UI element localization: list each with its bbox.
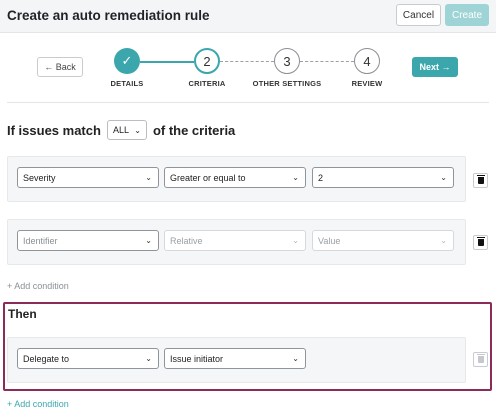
condition-value-placeholder: Value: [318, 235, 341, 246]
step-label-other-settings: OTHER SETTINGS: [252, 79, 322, 88]
step-label-review: REVIEW: [351, 79, 383, 88]
action-select[interactable]: Delegate to ⌄: [17, 348, 159, 369]
page-header: Create an auto remediation rule Cancel C…: [0, 0, 496, 33]
trash-icon: [476, 237, 485, 246]
condition-field-value: Severity: [23, 172, 56, 183]
step-label-criteria: CRITERIA: [188, 79, 226, 88]
match-select[interactable]: ALL ⌄: [106, 120, 147, 140]
delete-condition-button[interactable]: [473, 173, 488, 188]
back-button[interactable]: ← Back: [37, 57, 83, 77]
step-label-details: DETAILS: [110, 79, 144, 88]
match-select-value: ALL: [112, 125, 129, 135]
step-details-check-icon[interactable]: ✓: [114, 48, 140, 74]
condition-operator-select[interactable]: Relative ⌄: [164, 230, 306, 251]
cancel-button[interactable]: Cancel: [396, 4, 441, 26]
condition-field-select[interactable]: Identifier ⌄: [17, 230, 159, 251]
action-panel: Delegate to ⌄ Issue initiator ⌄: [7, 337, 466, 383]
step-other-settings-circle[interactable]: 3: [274, 48, 300, 74]
action-target-value: Issue initiator: [170, 353, 224, 364]
step-connector-3: [300, 61, 354, 62]
condition-field-placeholder: Identifier: [23, 235, 58, 246]
add-then-condition-link[interactable]: + Add condition: [7, 399, 69, 409]
chevron-down-icon: ⌄: [145, 236, 152, 245]
criteria-heading: If issues match ALL ⌄ of the criteria: [7, 120, 235, 140]
step-connector-1: [140, 61, 194, 63]
criteria-prefix: If issues match: [7, 122, 101, 138]
condition-panel: Severity ⌄ Greater or equal to ⌄ 2 ⌄: [7, 156, 466, 202]
step-connector-2: [220, 61, 274, 62]
condition-value-select[interactable]: 2 ⌄: [312, 167, 454, 188]
create-button[interactable]: Create: [445, 4, 489, 26]
then-title: Then: [8, 307, 37, 321]
chevron-down-icon: ⌄: [292, 173, 299, 182]
condition-operator-value: Greater or equal to: [170, 172, 246, 183]
step-criteria-circle[interactable]: 2: [194, 48, 220, 74]
chevron-down-icon: ⌄: [292, 354, 299, 363]
condition-value: 2: [318, 172, 324, 183]
trash-icon: [476, 354, 485, 363]
next-button[interactable]: Next →: [412, 57, 458, 77]
page-title: Create an auto remediation rule: [7, 8, 210, 23]
chevron-down-icon: ⌄: [134, 125, 141, 135]
action-target-select[interactable]: Issue initiator ⌄: [164, 348, 306, 369]
chevron-down-icon: ⌄: [145, 354, 152, 363]
chevron-down-icon: ⌄: [440, 236, 447, 245]
delete-action-button[interactable]: [473, 352, 488, 367]
step-review-circle[interactable]: 4: [354, 48, 380, 74]
condition-panel: Identifier ⌄ Relative ⌄ Value ⌄: [7, 219, 466, 265]
chevron-down-icon: ⌄: [440, 173, 447, 182]
delete-condition-button[interactable]: [473, 235, 488, 250]
criteria-suffix: of the criteria: [152, 122, 236, 138]
chevron-down-icon: ⌄: [145, 173, 152, 182]
chevron-down-icon: ⌄: [292, 236, 299, 245]
condition-value-select[interactable]: Value ⌄: [312, 230, 454, 251]
condition-operator-select[interactable]: Greater or equal to ⌄: [164, 167, 306, 188]
condition-field-select[interactable]: Severity ⌄: [17, 167, 159, 188]
divider: [7, 102, 489, 103]
condition-operator-placeholder: Relative: [170, 235, 203, 246]
action-value: Delegate to: [23, 353, 70, 364]
trash-icon: [476, 175, 485, 184]
add-condition-link[interactable]: + Add condition: [7, 281, 69, 291]
